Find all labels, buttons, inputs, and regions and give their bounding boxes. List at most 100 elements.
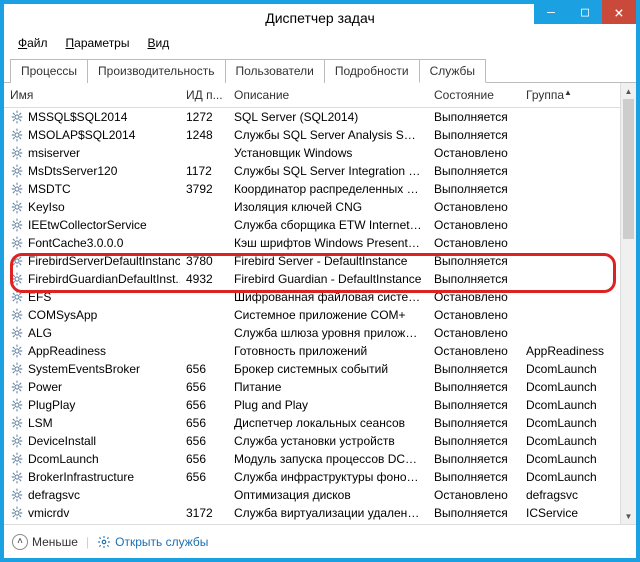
- tab-services[interactable]: Службы: [419, 59, 486, 83]
- menubar: Файл Параметры Вид: [4, 32, 636, 54]
- service-pid: 656: [180, 451, 228, 467]
- table-row[interactable]: vmicrdv3172Служба виртуализации удаленны…: [4, 504, 636, 522]
- open-services-link[interactable]: Открыть службы: [97, 535, 208, 549]
- service-name: defragsvc: [28, 488, 80, 502]
- table-row[interactable]: Power656ПитаниеВыполняетсяDcomLaunch: [4, 378, 636, 396]
- service-status: Выполняется: [428, 253, 520, 269]
- table-row[interactable]: SystemEventsBroker656Брокер системных со…: [4, 360, 636, 378]
- fewer-details-button[interactable]: ˄ Меньше: [12, 534, 78, 550]
- col-pid[interactable]: ИД п...: [180, 83, 228, 107]
- service-group: [520, 188, 616, 190]
- menu-file[interactable]: Файл: [10, 34, 56, 52]
- service-gear-icon: [10, 164, 24, 178]
- table-row[interactable]: KeyIsoИзоляция ключей CNGОстановлено: [4, 198, 636, 216]
- service-gear-icon: [10, 506, 24, 520]
- service-gear-icon: [10, 434, 24, 448]
- service-description: Готовность приложений: [228, 343, 428, 359]
- service-description: Модуль запуска процессов DCOM...: [228, 451, 428, 467]
- table-row[interactable]: MSDTC3792Координатор распределенных тра.…: [4, 180, 636, 198]
- col-description[interactable]: Описание: [228, 83, 428, 107]
- service-description: Службы SQL Server Analysis Servic...: [228, 127, 428, 143]
- service-pid: 1272: [180, 109, 228, 125]
- tab-processes[interactable]: Процессы: [10, 59, 88, 83]
- vertical-scrollbar[interactable]: ▲ ▼: [620, 83, 636, 524]
- service-name: PlugPlay: [28, 398, 75, 412]
- service-group: [520, 332, 616, 334]
- service-name: EFS: [28, 290, 51, 304]
- table-row[interactable]: ALGСлужба шлюза уровня приложен...Остано…: [4, 324, 636, 342]
- service-group: DcomLaunch: [520, 361, 616, 377]
- service-pid: 656: [180, 415, 228, 431]
- table-row[interactable]: DeviceInstall656Служба установки устройс…: [4, 432, 636, 450]
- service-gear-icon: [10, 452, 24, 466]
- table-row[interactable]: FontCache3.0.0.0Кэш шрифтов Windows Pres…: [4, 234, 636, 252]
- menu-options[interactable]: Параметры: [58, 34, 138, 52]
- service-status: Остановлено: [428, 487, 520, 503]
- col-name[interactable]: Имя: [4, 83, 180, 107]
- col-status[interactable]: Состояние: [428, 83, 520, 107]
- scroll-up-button[interactable]: ▲: [621, 83, 636, 99]
- service-status: Выполняется: [428, 163, 520, 179]
- service-group: [520, 206, 616, 208]
- service-status: Выполняется: [428, 109, 520, 125]
- service-status: Выполняется: [428, 361, 520, 377]
- table-row[interactable]: EFSШифрованная файловая система ...Остан…: [4, 288, 636, 306]
- service-status: Остановлено: [428, 307, 520, 323]
- tab-users[interactable]: Пользователи: [225, 59, 325, 83]
- service-gear-icon: [10, 380, 24, 394]
- service-status: Остановлено: [428, 325, 520, 341]
- table-row[interactable]: msiserverУстановщик WindowsОстановлено: [4, 144, 636, 162]
- service-group: ICService: [520, 505, 616, 521]
- service-description: Координатор распределенных тра...: [228, 181, 428, 197]
- table-row[interactable]: AppReadiness Готовность приложенийОстанов…: [4, 342, 636, 360]
- service-group: AppReadiness: [520, 343, 616, 359]
- table-row[interactable]: MSOLAP$SQL20141248Службы SQL Server Anal…: [4, 126, 636, 144]
- table-row[interactable]: FirebirdServerDefaultInstance3780Firebir…: [4, 252, 636, 270]
- service-name: BrokerInfrastructure: [28, 470, 134, 484]
- service-status: Выполняется: [428, 397, 520, 413]
- titlebar[interactable]: Диспетчер задач — □ ×: [4, 4, 636, 32]
- scroll-down-button[interactable]: ▼: [621, 508, 636, 524]
- table-row[interactable]: COMSysAppСистемное приложение COM+Остано…: [4, 306, 636, 324]
- scroll-thumb[interactable]: [623, 99, 634, 239]
- table-row[interactable]: DcomLaunch656Модуль запуска процессов DC…: [4, 450, 636, 468]
- tab-details[interactable]: Подробности: [324, 59, 420, 83]
- service-name: FontCache3.0.0.0: [28, 236, 123, 250]
- maximize-button[interactable]: □: [568, 0, 602, 24]
- service-name: LSM: [28, 416, 53, 430]
- service-group: DcomLaunch: [520, 397, 616, 413]
- table-row[interactable]: IEEtwCollectorServiceСлужба сборщика ETW…: [4, 216, 636, 234]
- table-row[interactable]: PlugPlay656Plug and PlayВыполняетсяDcomL…: [4, 396, 636, 414]
- service-gear-icon: [10, 128, 24, 142]
- service-description: Служба виртуализации удаленны...: [228, 505, 428, 521]
- service-pid: 1248: [180, 127, 228, 143]
- service-pid: 656: [180, 361, 228, 377]
- service-description: Оптимизация дисков: [228, 487, 428, 503]
- gear-icon: [97, 535, 111, 549]
- close-button[interactable]: ×: [602, 0, 636, 24]
- minimize-button[interactable]: —: [534, 0, 568, 24]
- table-row[interactable]: MsDtsServer1201172Службы SQL Server Inte…: [4, 162, 636, 180]
- table-row[interactable]: MSSQL$SQL20141272SQL Server (SQL2014)Вып…: [4, 108, 636, 126]
- service-pid: 3792: [180, 181, 228, 197]
- service-status: Остановлено: [428, 343, 520, 359]
- service-description: Plug and Play: [228, 397, 428, 413]
- service-pid: [180, 314, 228, 316]
- menu-view[interactable]: Вид: [139, 34, 177, 52]
- service-name: KeyIso: [28, 200, 65, 214]
- table-row[interactable]: BrokerInfrastructure656Служба инфраструк…: [4, 468, 636, 486]
- table-row[interactable]: defragsvcОптимизация дисковОстановленоde…: [4, 486, 636, 504]
- service-gear-icon: [10, 146, 24, 160]
- service-description: Firebird Guardian - DefaultInstance: [228, 271, 428, 287]
- service-description: SQL Server (SQL2014): [228, 109, 428, 125]
- footer: ˄ Меньше | Открыть службы: [4, 524, 636, 558]
- service-name: IEEtwCollectorService: [28, 218, 147, 232]
- service-name: MsDtsServer120: [28, 164, 117, 178]
- service-description: Установщик Windows: [228, 145, 428, 161]
- table-row[interactable]: LSM656Диспетчер локальных сеансовВыполня…: [4, 414, 636, 432]
- table-body: MSSQL$SQL20141272SQL Server (SQL2014)Вып…: [4, 108, 636, 522]
- tab-performance[interactable]: Производительность: [87, 59, 225, 83]
- col-group[interactable]: Группа▲: [520, 83, 616, 107]
- service-name: FirebirdServerDefaultInstance: [28, 254, 180, 268]
- table-row[interactable]: FirebirdGuardianDefaultInst...4932Firebi…: [4, 270, 636, 288]
